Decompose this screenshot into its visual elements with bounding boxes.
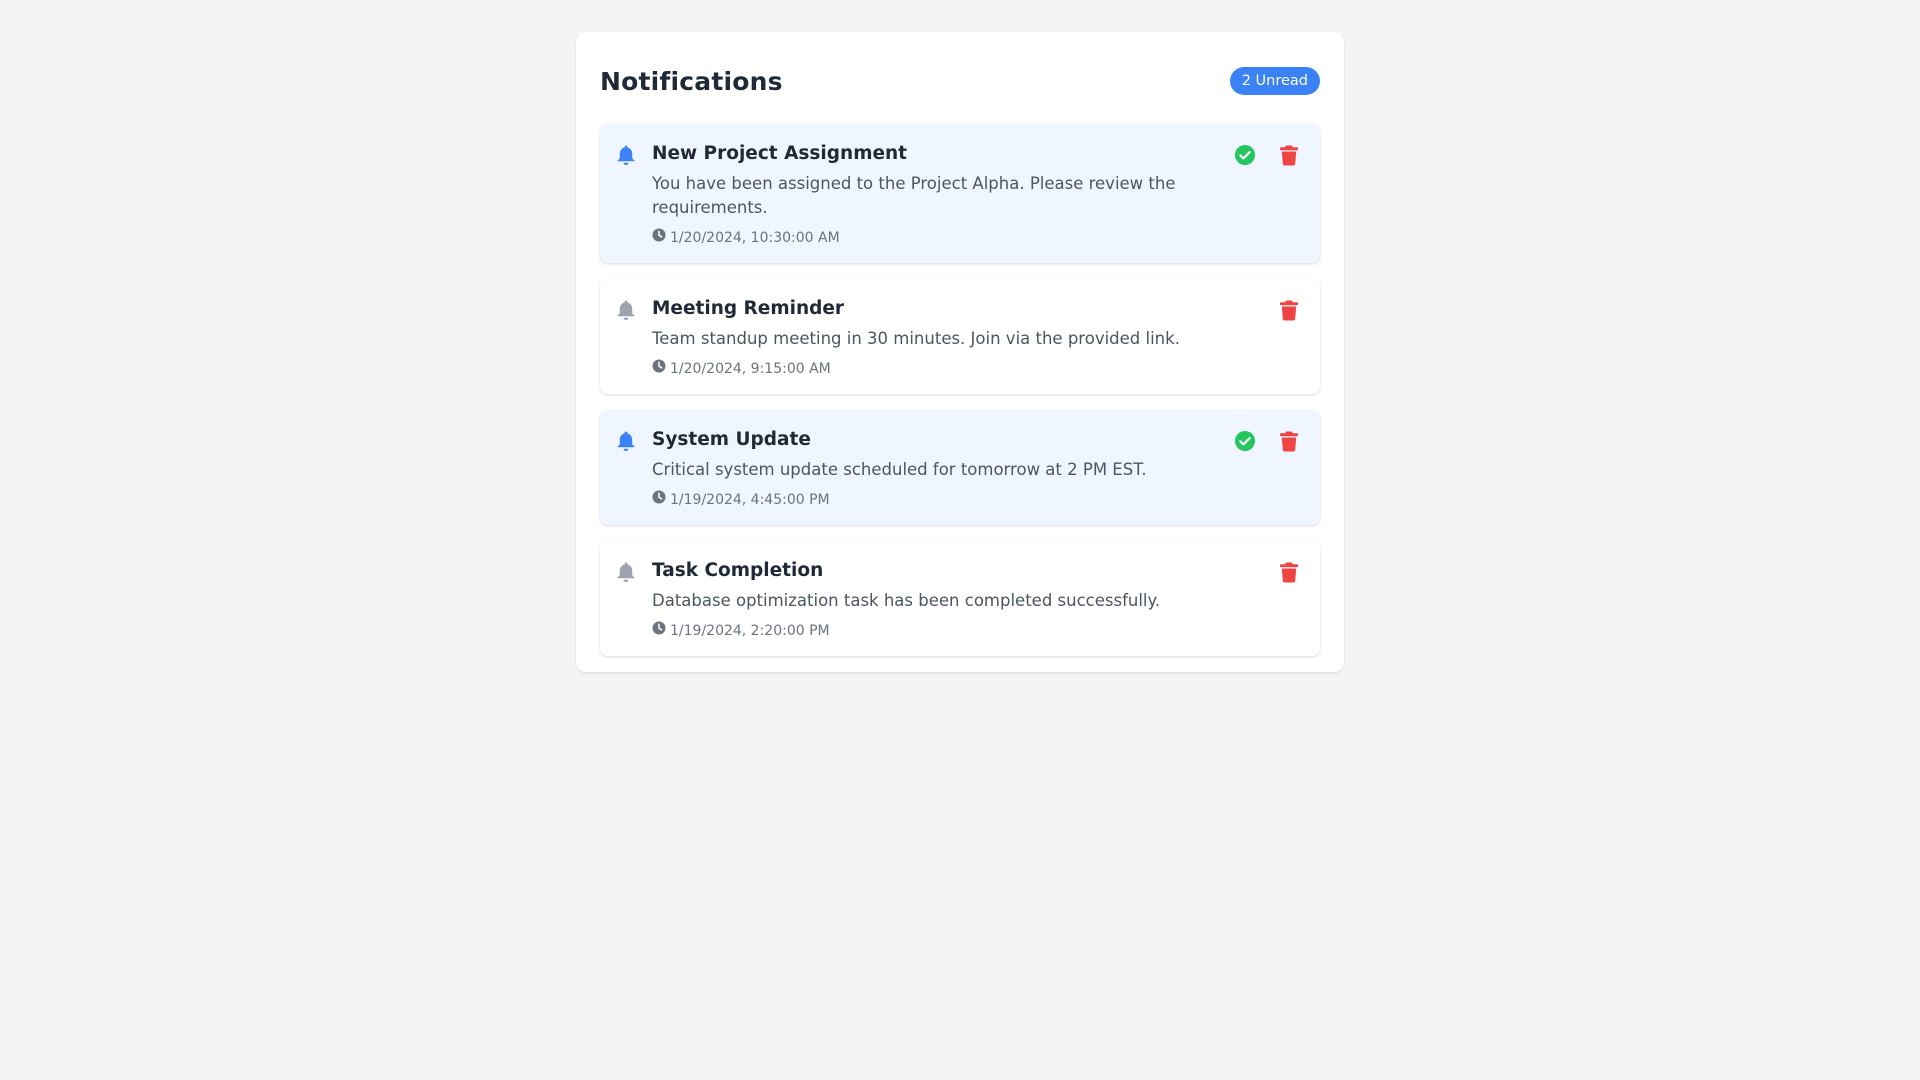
clock-icon — [652, 228, 666, 247]
notification-list: New Project Assignment You have been ass… — [600, 124, 1320, 656]
notification-message: Database optimization task has been comp… — [652, 591, 1161, 610]
mark-read-button[interactable] — [1234, 430, 1256, 452]
delete-button[interactable] — [1278, 299, 1300, 321]
notifications-panel: Notifications 2 Unread New Project Assig… — [576, 32, 1344, 672]
clock-icon — [652, 621, 666, 640]
delete-button[interactable] — [1278, 144, 1300, 166]
delete-button[interactable] — [1278, 561, 1300, 583]
notification-time: 1/20/2024, 9:15:00 AM — [652, 359, 1232, 378]
bell-icon — [616, 430, 636, 452]
notification-item[interactable]: Task Completion Database optimization ta… — [600, 541, 1320, 656]
page-title: Notifications — [600, 66, 783, 96]
notification-item[interactable]: New Project Assignment You have been ass… — [600, 124, 1320, 263]
notification-time: 1/19/2024, 2:20:00 PM — [652, 621, 1232, 640]
notification-time: 1/20/2024, 10:30:00 AM — [652, 228, 1232, 247]
panel-header: Notifications 2 Unread — [600, 66, 1320, 96]
unread-count-badge: 2 Unread — [1229, 67, 1320, 95]
bell-icon — [616, 299, 636, 321]
trash-icon — [1280, 145, 1298, 166]
delete-button[interactable] — [1278, 430, 1300, 452]
bell-icon — [616, 561, 636, 583]
notification-actions — [1234, 299, 1300, 321]
bell-icon — [616, 144, 636, 166]
notification-timestamp: 1/19/2024, 2:20:00 PM — [670, 622, 830, 639]
notification-title: New Project Assignment — [652, 143, 908, 164]
clock-icon — [652, 490, 666, 509]
notification-actions — [1234, 430, 1300, 452]
notification-item[interactable]: Meeting Reminder Team standup meeting in… — [600, 279, 1320, 394]
notification-item[interactable]: System Update Critical system update sch… — [600, 410, 1320, 525]
notification-timestamp: 1/20/2024, 9:15:00 AM — [670, 360, 831, 377]
trash-icon — [1280, 431, 1298, 452]
trash-icon — [1280, 562, 1298, 583]
notification-message: You have been assigned to the Project Al… — [652, 174, 1176, 217]
notification-title: System Update — [652, 429, 811, 450]
check-circle-icon — [1235, 431, 1255, 451]
check-circle-icon — [1235, 145, 1255, 165]
clock-icon — [652, 359, 666, 378]
notification-actions — [1234, 561, 1300, 583]
notification-title: Task Completion — [652, 560, 824, 581]
notification-message: Team standup meeting in 30 minutes. Join… — [652, 329, 1180, 348]
notification-timestamp: 1/20/2024, 10:30:00 AM — [670, 229, 840, 246]
notification-message: Critical system update scheduled for tom… — [652, 460, 1147, 479]
trash-icon — [1280, 300, 1298, 321]
notification-title: Meeting Reminder — [652, 298, 845, 319]
notification-timestamp: 1/19/2024, 4:45:00 PM — [670, 491, 830, 508]
mark-read-button[interactable] — [1234, 144, 1256, 166]
notification-actions — [1234, 144, 1300, 166]
notification-time: 1/19/2024, 4:45:00 PM — [652, 490, 1232, 509]
